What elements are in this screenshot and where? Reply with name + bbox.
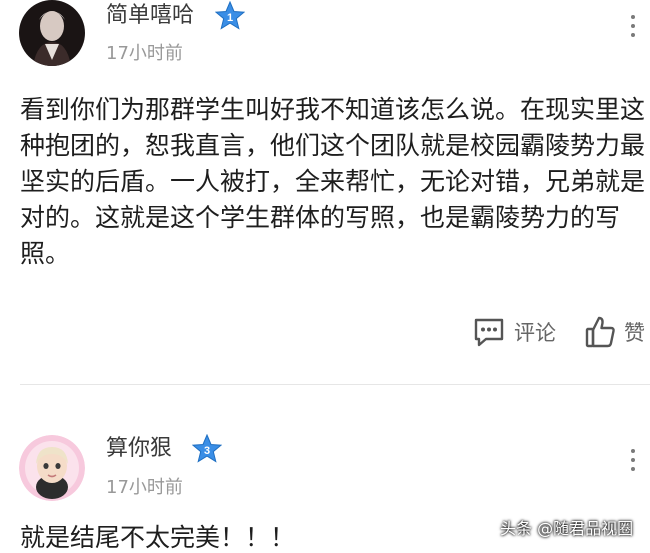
comment-time: 17小时前 [106, 477, 183, 498]
comment-actions: 评论 赞 [472, 314, 650, 350]
avatar[interactable] [19, 435, 85, 501]
reply-label: 评论 [514, 321, 556, 345]
thumbs-up-icon [585, 316, 615, 348]
username[interactable]: 简单嘻哈 [106, 1, 194, 31]
more-options-icon[interactable] [626, 447, 640, 473]
star-badge-icon: 1 [215, 1, 245, 30]
like-label: 赞 [624, 321, 645, 345]
comment-bubble-icon [474, 318, 504, 347]
comment-text: 看到你们为那群学生叫好我不知道该怎么说。在现实里这种抱团的，恕我直言，他们这个团… [20, 95, 646, 268]
badge-level: 3 [204, 445, 210, 457]
watermark: 头条 @随君品视圈 [500, 519, 634, 538]
badge-level: 1 [227, 12, 233, 24]
star-badge-icon: 3 [192, 434, 222, 463]
divider [20, 384, 650, 385]
comment-item: 简单嘻哈 1 17小时前 看到你们为那群学生叫好我不知道该怎么说。在现实里这种抱… [0, 0, 650, 386]
like-button[interactable]: 赞 [584, 314, 645, 350]
more-options-icon[interactable] [626, 13, 640, 39]
avatar[interactable] [19, 0, 85, 66]
user-avatar-icon [19, 435, 85, 501]
user-avatar-icon [19, 0, 85, 66]
comment-time: 17小时前 [106, 43, 183, 64]
username[interactable]: 算你狠 [106, 434, 172, 464]
reply-button[interactable]: 评论 [472, 314, 556, 350]
